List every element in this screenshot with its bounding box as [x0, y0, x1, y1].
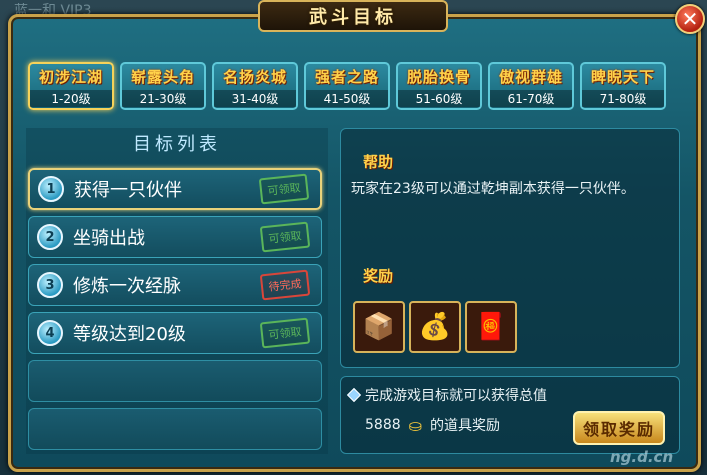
goal-item-2[interactable]: 2 坐骑出战 可领取: [28, 216, 322, 258]
tab-level-7[interactable]: 睥睨天下 71-80级: [580, 62, 666, 110]
claimable-stamp: 可领取: [258, 173, 310, 205]
goal-text: 获得一只伙伴: [74, 180, 182, 201]
help-text: 玩家在23级可以通过乾坤副本获得一只伙伴。: [351, 181, 635, 197]
tab-name: 强者之路: [314, 68, 379, 86]
empty-goal-slot: [28, 360, 322, 402]
diamond-icon: [346, 387, 362, 403]
red-envelope-icon[interactable]: 🧧: [465, 301, 517, 353]
total-reward-section: 完成游戏目标就可以获得总值 5888 ⛀ 的道具奖励 领取奖励: [340, 376, 680, 454]
tab-level-1[interactable]: 初涉江湖 1-20级: [28, 62, 114, 110]
tab-name: 傲视群雄: [498, 68, 563, 86]
goal-number-badge: 3: [37, 272, 63, 298]
total-description: 完成游戏目标就可以获得总值: [346, 385, 547, 405]
goal-number-badge: 1: [38, 176, 64, 202]
tab-level-3[interactable]: 名扬炎城 31-40级: [212, 62, 298, 110]
level-tabs: 初涉江湖 1-20级 崭露头角 21-30级 名扬炎城 31-40级 强者之路 …: [28, 62, 678, 112]
total-amount-row: 5888 ⛀ 的道具奖励: [365, 415, 500, 435]
goal-list-header: 目标列表: [133, 134, 221, 155]
tab-level-6[interactable]: 傲视群雄 61-70级: [488, 62, 574, 110]
tab-name: 初涉江湖: [38, 68, 103, 86]
empty-goal-slot: [28, 408, 322, 450]
tab-range: 71-80级: [582, 90, 664, 107]
tab-range: 41-50级: [306, 90, 388, 107]
close-button[interactable]: ✕: [675, 4, 705, 34]
tab-name: 崭露头角: [130, 68, 195, 86]
tab-level-4[interactable]: 强者之路 41-50级: [304, 62, 390, 110]
goal-item-4[interactable]: 4 等级达到20级 可领取: [28, 312, 322, 354]
goal-detail-panel: 帮助 玩家在23级可以通过乾坤副本获得一只伙伴。 奖励 📦 💰 🧧 完成游戏目标…: [340, 128, 680, 454]
tab-range: 31-40级: [214, 90, 296, 107]
tab-range: 61-70级: [490, 90, 572, 107]
goal-text: 修炼一次经脉: [73, 276, 181, 297]
tab-range: 51-60级: [398, 90, 480, 107]
help-section: 帮助 玩家在23级可以通过乾坤副本获得一只伙伴。 奖励 📦 💰 🧧: [340, 128, 680, 368]
total-line-2: 的道具奖励: [430, 418, 501, 434]
help-label: 帮助: [363, 153, 394, 171]
reward-label: 奖励: [363, 267, 394, 285]
total-amount: 5888: [365, 417, 401, 433]
gold-ingot-icon: ⛀: [408, 415, 423, 435]
goal-number-badge: 4: [37, 320, 63, 346]
tab-level-5[interactable]: 脱胎换骨 51-60级: [396, 62, 482, 110]
claimable-stamp: 可领取: [259, 221, 311, 253]
gold-ingot-icon[interactable]: 💰: [409, 301, 461, 353]
package-icon[interactable]: 📦: [353, 301, 405, 353]
goal-text: 坐骑出战: [73, 228, 145, 249]
tab-level-2[interactable]: 崭露头角 21-30级: [120, 62, 206, 110]
total-line-1: 完成游戏目标就可以获得总值: [365, 388, 547, 404]
tab-name: 睥睨天下: [590, 68, 655, 86]
pending-stamp: 待完成: [259, 269, 311, 301]
tab-name: 名扬炎城: [222, 68, 287, 86]
watermark: ng.d.cn: [610, 448, 674, 466]
tab-range: 1-20级: [30, 90, 112, 107]
goal-text: 等级达到20级: [73, 324, 186, 345]
goal-list-panel: 目标列表 1 获得一只伙伴 可领取 2 坐骑出战 可领取 3 修炼一次经脉 待完…: [26, 128, 328, 454]
claim-reward-button[interactable]: 领取奖励: [573, 411, 665, 445]
claimable-stamp: 可领取: [259, 317, 311, 349]
dialog-title: 武斗目标: [258, 0, 448, 32]
goal-item-1[interactable]: 1 获得一只伙伴 可领取: [28, 168, 322, 210]
goal-number-badge: 2: [37, 224, 63, 250]
goal-item-3[interactable]: 3 修炼一次经脉 待完成: [28, 264, 322, 306]
tab-range: 21-30级: [122, 90, 204, 107]
tab-name: 脱胎换骨: [406, 68, 471, 86]
reward-icons: 📦 💰 🧧: [353, 301, 517, 353]
